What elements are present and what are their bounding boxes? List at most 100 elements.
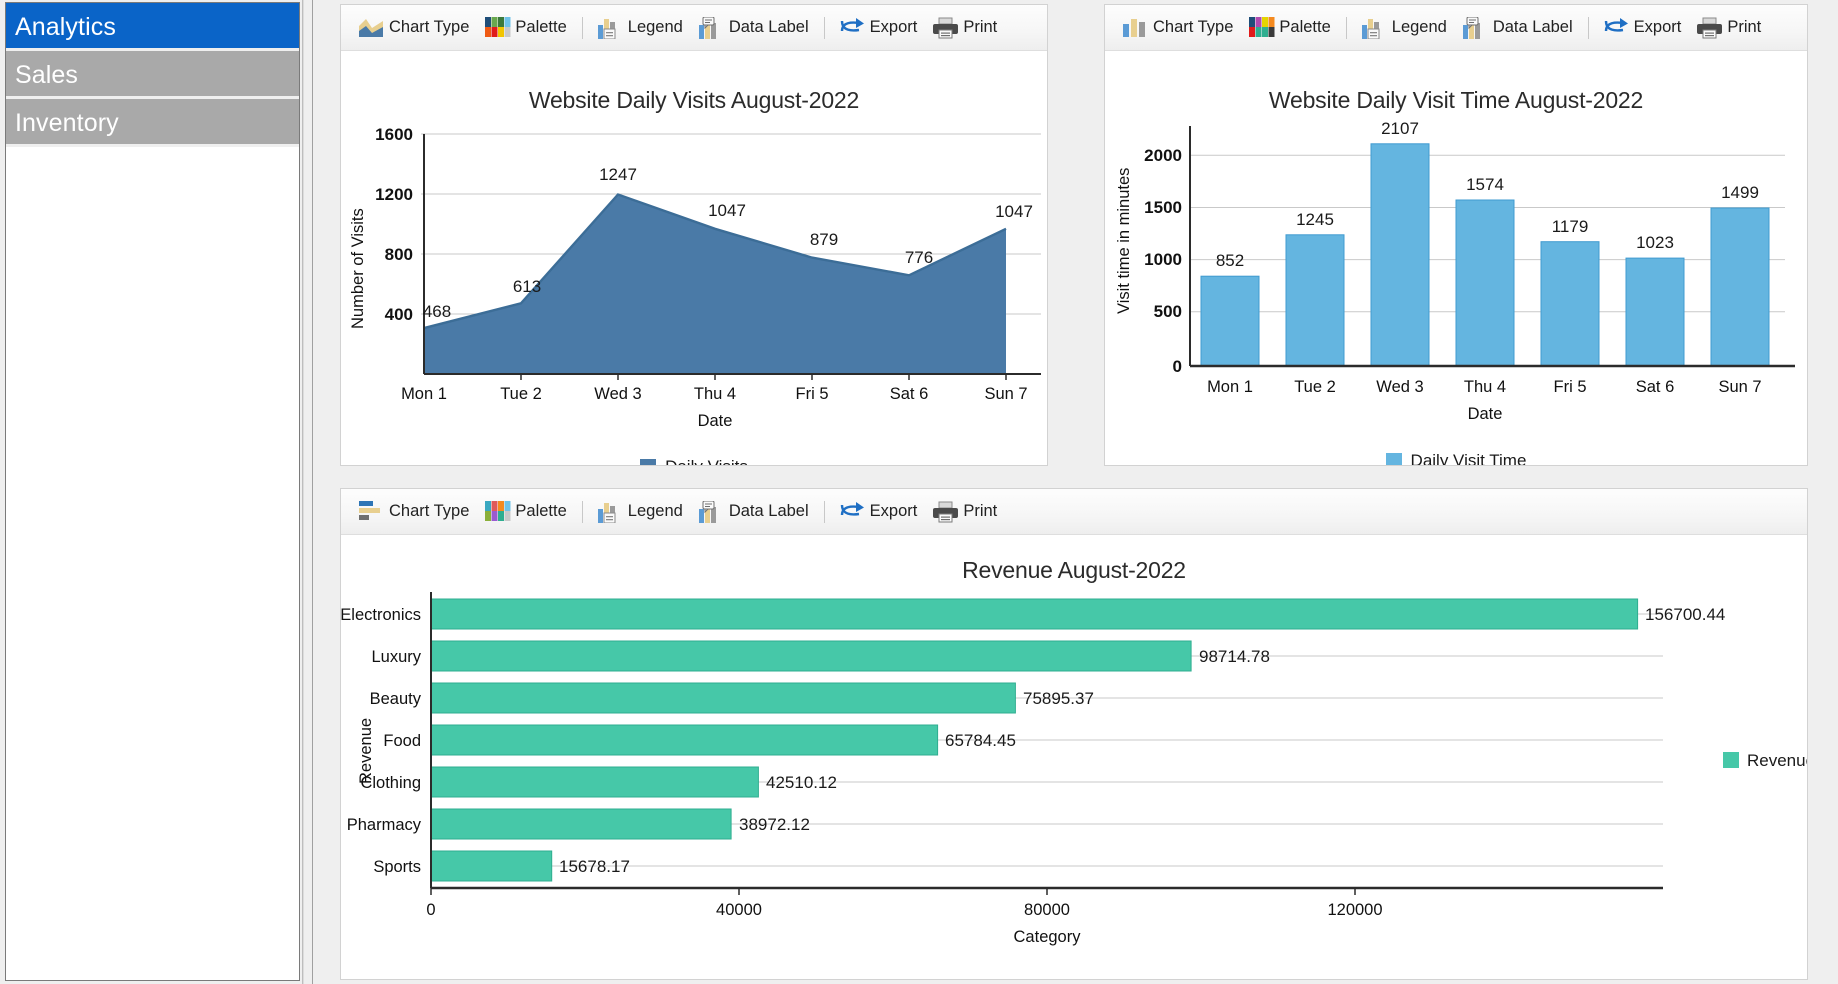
x-tick: Sun 7 xyxy=(984,385,1027,403)
chart-type-button[interactable]: Chart Type xyxy=(351,11,477,45)
print-button[interactable]: Print xyxy=(1689,11,1769,45)
data-label: 776 xyxy=(905,248,933,267)
area-series-daily-visits xyxy=(424,194,1006,374)
palette-label: Palette xyxy=(515,18,567,36)
y-tick: 0 xyxy=(1173,357,1182,376)
print-button[interactable]: Print xyxy=(925,495,1005,529)
palette-button[interactable]: Palette xyxy=(477,11,574,45)
data-label: 98714.78 xyxy=(1199,647,1270,666)
y-tick: 800 xyxy=(385,245,413,264)
x-tick: Tue 2 xyxy=(1294,378,1336,396)
print-label: Print xyxy=(963,502,998,520)
y-axis-title: Visit time in minutes xyxy=(1115,168,1133,314)
chart-visits: Website Daily Visits August-2022 Number … xyxy=(341,87,1047,465)
x-tick: Fri 5 xyxy=(1554,378,1587,396)
sidebar-splitter[interactable] xyxy=(303,0,313,984)
bar xyxy=(430,598,1639,630)
bar xyxy=(430,640,1192,672)
y-tick: 1000 xyxy=(1144,250,1182,269)
print-icon xyxy=(933,17,959,39)
legend-swatch-icon xyxy=(1385,453,1402,465)
x-tick: Tue 2 xyxy=(500,385,542,403)
print-label: Print xyxy=(963,18,998,36)
y-tick: Sports xyxy=(373,858,421,876)
data-label: 156700.44 xyxy=(1645,605,1725,624)
print-label: Print xyxy=(1727,18,1762,36)
data-label: 1499 xyxy=(1721,183,1759,202)
x-tick: Thu 4 xyxy=(694,385,736,403)
chart-panel-visits: Chart Type Palette Legend Data Label Exp… xyxy=(340,4,1048,466)
data-label: 15678.17 xyxy=(559,857,630,876)
y-tick: Food xyxy=(383,732,421,750)
bar xyxy=(430,724,939,756)
x-tick: 0 xyxy=(426,901,435,919)
sidebar-item-sales[interactable]: Sales xyxy=(6,51,299,99)
chart-type-button[interactable]: Chart Type xyxy=(1115,11,1241,45)
x-tick: Fri 5 xyxy=(796,385,829,403)
data-label: 1247 xyxy=(599,165,637,184)
legend-button[interactable]: Legend xyxy=(590,11,691,45)
legend-button[interactable]: Legend xyxy=(1354,11,1455,45)
toolbar-separator xyxy=(1587,16,1589,39)
bar xyxy=(1625,257,1685,367)
palette-label: Palette xyxy=(515,502,567,520)
area-chart-icon xyxy=(359,17,383,39)
data-label: 1047 xyxy=(708,201,746,220)
chart-type-button[interactable]: Chart Type xyxy=(351,495,477,529)
sidebar-item-analytics[interactable]: Analytics xyxy=(6,3,299,51)
palette-button[interactable]: Palette xyxy=(477,495,574,529)
export-label: Export xyxy=(1633,18,1682,36)
y-tick: 1500 xyxy=(1144,198,1182,217)
bar xyxy=(1540,241,1600,367)
chart-type-label: Chart Type xyxy=(389,502,470,520)
y-tick: Beauty xyxy=(370,690,422,708)
chart-type-label: Chart Type xyxy=(389,18,470,36)
toolbar-separator xyxy=(823,500,825,523)
export-icon xyxy=(840,501,864,523)
sidebar-list[interactable]: Analytics Sales Inventory xyxy=(5,2,300,981)
export-label: Export xyxy=(869,18,918,36)
toolbar-separator xyxy=(1345,16,1347,39)
legend-label: Revenue xyxy=(1747,751,1808,770)
export-button[interactable]: Export xyxy=(832,495,926,529)
export-button[interactable]: Export xyxy=(832,11,926,45)
data-label-icon xyxy=(1462,16,1487,39)
toolbar-separator xyxy=(581,16,583,39)
bar xyxy=(430,766,759,798)
data-label-button[interactable]: Data Label xyxy=(691,495,817,529)
legend-swatch-icon xyxy=(640,459,657,465)
x-tick: 120000 xyxy=(1327,901,1382,919)
print-button[interactable]: Print xyxy=(925,11,1005,45)
chart-visit-time-svg: Visit time in minutes 2000 1500 1000 500… xyxy=(1115,119,1795,423)
data-label-button[interactable]: Data Label xyxy=(1455,11,1581,45)
sidebar-item-inventory[interactable]: Inventory xyxy=(6,99,299,147)
bar xyxy=(430,808,732,840)
chart-title: Website Daily Visits August-2022 xyxy=(528,87,860,113)
horizontal-bar-chart-icon xyxy=(359,500,383,523)
bar xyxy=(430,682,1016,714)
palette-button[interactable]: Palette xyxy=(1241,11,1338,45)
data-label-label: Data Label xyxy=(728,18,809,36)
data-label: 879 xyxy=(810,230,838,249)
bar xyxy=(1285,234,1345,367)
export-icon xyxy=(1604,17,1628,39)
x-tick: Sun 7 xyxy=(1718,378,1761,396)
data-label: 1179 xyxy=(1552,217,1589,236)
bar-chart-icon xyxy=(1123,17,1147,39)
chart-visits-svg: Number of Visits 1600 1200 800 400 468 6… xyxy=(349,125,1041,430)
y-tick: 1600 xyxy=(375,125,413,144)
export-button[interactable]: Export xyxy=(1596,11,1690,45)
data-label: 1574 xyxy=(1466,175,1504,194)
legend-button[interactable]: Legend xyxy=(590,495,691,529)
data-label: 75895.37 xyxy=(1023,689,1094,708)
data-label-icon xyxy=(698,16,723,39)
bar xyxy=(1710,207,1770,367)
chart-revenue: Revenue August-2022 Revenue Electronics … xyxy=(341,557,1807,969)
y-tick: Luxury xyxy=(371,648,421,666)
bar xyxy=(1455,199,1515,367)
chart-visit-time: Website Daily Visit Time August-2022 Vis… xyxy=(1105,87,1807,465)
x-tick: Mon 1 xyxy=(401,385,447,403)
x-tick: Sat 6 xyxy=(890,385,929,403)
data-label-button[interactable]: Data Label xyxy=(691,11,817,45)
chart-type-label: Chart Type xyxy=(1153,18,1234,36)
